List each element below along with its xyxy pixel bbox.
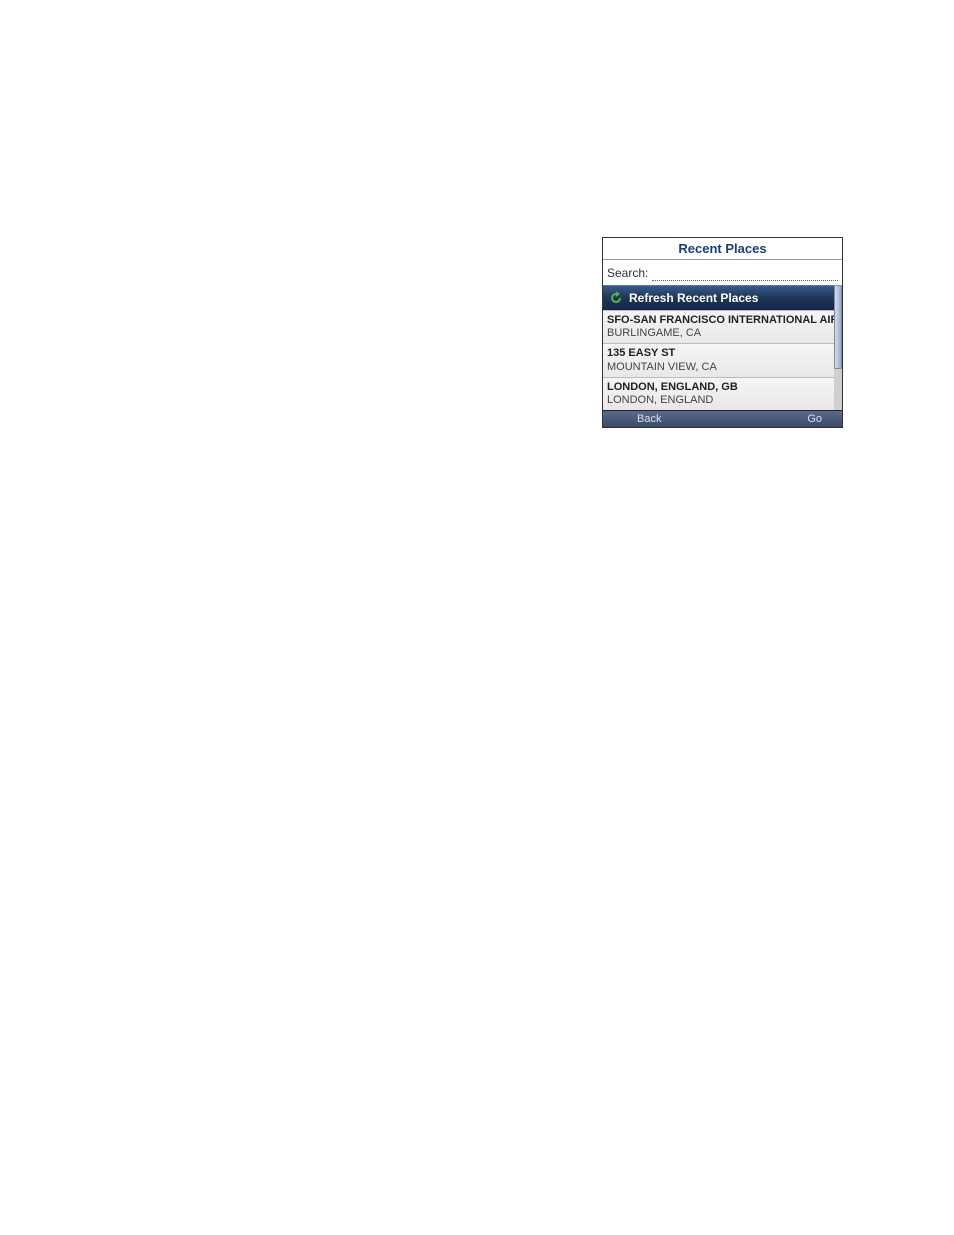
list-container: Refresh Recent Places SFO-SAN FRANCISCO …	[603, 285, 834, 410]
scrollbar-track	[834, 369, 842, 410]
list-item[interactable]: 135 EASY ST MOUNTAIN VIEW, CA	[603, 343, 834, 376]
list-item-title: LONDON, ENGLAND, GB	[607, 381, 830, 394]
search-row: Search:	[603, 260, 842, 285]
list-item[interactable]: LONDON, ENGLAND, GB LONDON, ENGLAND	[603, 377, 834, 410]
list-item-title: 135 EASY ST	[607, 347, 830, 360]
scrollbar[interactable]	[834, 285, 842, 410]
list-item-title: SFO-SAN FRANCISCO INTERNATIONAL AIRPOR	[607, 314, 830, 327]
bottom-bar: Back Go	[603, 410, 842, 427]
title-bar: Recent Places	[603, 238, 842, 260]
list-item-subtitle: LONDON, ENGLAND	[607, 394, 830, 407]
refresh-button[interactable]: Refresh Recent Places	[603, 285, 834, 310]
list-item-subtitle: MOUNTAIN VIEW, CA	[607, 361, 830, 374]
scrollbar-thumb[interactable]	[834, 285, 842, 369]
content-area: Refresh Recent Places SFO-SAN FRANCISCO …	[603, 285, 842, 410]
refresh-icon	[609, 291, 623, 305]
go-button[interactable]: Go	[807, 413, 822, 425]
recent-places-widget: Recent Places Search: Refresh Recent Pla…	[602, 237, 843, 428]
list-item[interactable]: SFO-SAN FRANCISCO INTERNATIONAL AIRPOR B…	[603, 310, 834, 343]
search-label: Search:	[607, 266, 648, 280]
page-title: Recent Places	[678, 241, 766, 256]
search-input[interactable]	[652, 264, 838, 281]
refresh-label: Refresh Recent Places	[629, 291, 758, 305]
back-button[interactable]: Back	[637, 413, 661, 425]
list-item-subtitle: BURLINGAME, CA	[607, 327, 830, 340]
